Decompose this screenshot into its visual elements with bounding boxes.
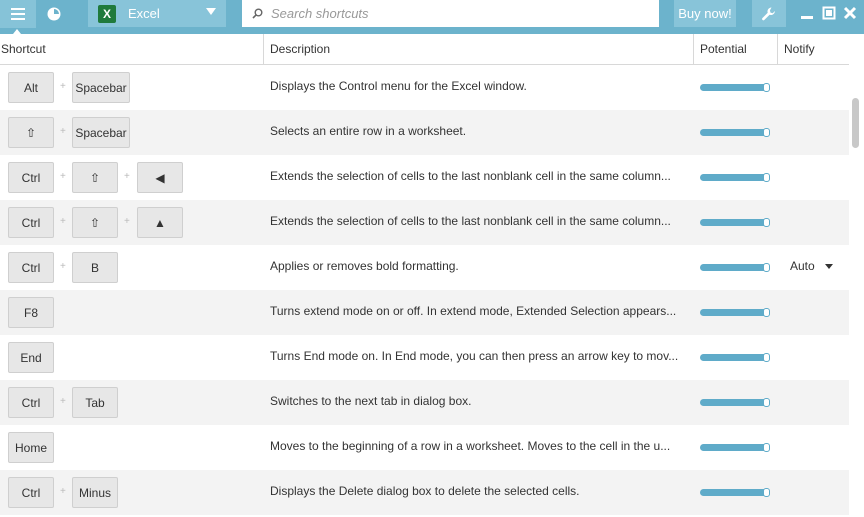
key-cap: Tab xyxy=(72,387,118,418)
minimize-button[interactable] xyxy=(800,6,814,20)
hamburger-icon xyxy=(11,8,25,20)
close-button[interactable] xyxy=(843,6,857,20)
app-selector[interactable]: X Excel xyxy=(88,0,226,27)
shortcut-description: Selects an entire row in a worksheet. xyxy=(270,124,467,138)
table-row[interactable]: F8 Turns extend mode on or off. In extend… xyxy=(0,290,849,335)
potential-bar-knob xyxy=(763,173,770,182)
wrench-icon xyxy=(762,6,775,20)
potential-bar-knob xyxy=(763,83,770,92)
potential-bar-knob xyxy=(763,488,770,497)
potential-bar xyxy=(700,308,770,317)
key-cap: F8 xyxy=(8,297,54,328)
column-header-potential[interactable]: Potential xyxy=(694,34,778,64)
clock-icon xyxy=(47,7,61,21)
buy-now-button[interactable]: Buy now! xyxy=(674,0,736,27)
plus-separator: + xyxy=(60,216,66,227)
table-row[interactable]: Ctrl + B Applies or removes bold formatting… xyxy=(0,245,849,290)
menu-button[interactable] xyxy=(0,0,36,28)
plus-separator: + xyxy=(124,171,130,182)
potential-bar xyxy=(700,218,770,227)
shortcut-description: Applies or removes bold formatting. xyxy=(270,259,459,273)
key-cap: Ctrl xyxy=(8,252,54,283)
potential-bar-knob xyxy=(763,263,770,272)
notify-label: Auto xyxy=(790,259,815,273)
shortcut-description: Turns extend mode on or off. In extend m… xyxy=(270,304,677,318)
column-header-notify[interactable]: Notify xyxy=(778,34,849,64)
plus-separator: + xyxy=(60,171,66,182)
key-cap: Ctrl xyxy=(8,387,54,418)
key-cap: Ctrl xyxy=(8,162,54,193)
key-cap: Home xyxy=(8,432,54,463)
key-cap: Alt xyxy=(8,72,54,103)
shortcut-description: Moves to the beginning of a row in a wor… xyxy=(270,439,671,453)
potential-bar-knob xyxy=(763,218,770,227)
potential-bar xyxy=(700,443,770,452)
key-cap: ◀ xyxy=(137,162,183,193)
key-cap: Spacebar xyxy=(72,117,130,148)
key-cap: B xyxy=(72,252,118,283)
column-header-description[interactable]: Description xyxy=(264,34,694,64)
potential-bar xyxy=(700,263,770,272)
plus-separator: + xyxy=(60,126,66,137)
history-button[interactable] xyxy=(36,0,72,28)
scrollbar[interactable] xyxy=(849,65,864,517)
key-cap: End xyxy=(8,342,54,373)
shortcut-description: Turns End mode on. In End mode, you can … xyxy=(270,349,679,363)
table-row[interactable]: Home Moves to the beginning of a row in a… xyxy=(0,425,849,470)
plus-separator: + xyxy=(60,81,66,92)
chevron-down-icon xyxy=(206,8,216,15)
shortcut-description: Switches to the next tab in dialog box. xyxy=(270,394,472,408)
potential-bar xyxy=(700,398,770,407)
excel-icon: X xyxy=(98,4,116,23)
notify-dropdown[interactable]: Auto xyxy=(790,259,833,273)
shortcut-description: Displays the Control menu for the Excel … xyxy=(270,79,527,93)
plus-separator: + xyxy=(60,486,66,497)
key-cap: ⇧ xyxy=(72,162,118,193)
shortcut-description: Displays the Delete dialog box to delete… xyxy=(270,484,580,498)
shortcut-description: Extends the selection of cells to the la… xyxy=(270,214,671,228)
potential-bar-knob xyxy=(763,398,770,407)
minimize-icon xyxy=(801,16,813,19)
key-cap: ⇧ xyxy=(72,207,118,238)
potential-bar xyxy=(700,83,770,92)
potential-bar-knob xyxy=(763,443,770,452)
chevron-down-icon xyxy=(824,263,833,269)
shortcut-description: Extends the selection of cells to the la… xyxy=(270,169,671,183)
potential-bar-knob xyxy=(763,308,770,317)
table-header: Shortcut Description Potential Notify xyxy=(0,34,849,65)
column-header-shortcut[interactable]: Shortcut xyxy=(0,34,264,64)
table-row[interactable]: Alt + Spacebar Displays the Control menu fo… xyxy=(0,65,849,110)
app-selector-label: Excel xyxy=(128,6,160,21)
search-input[interactable] xyxy=(271,6,641,21)
table-row[interactable]: End Turns End mode on. In End mode, you c… xyxy=(0,335,849,380)
key-cap: Ctrl xyxy=(8,477,54,508)
scroll-thumb[interactable] xyxy=(852,98,859,148)
top-bar: X Excel Buy now! xyxy=(0,0,864,34)
potential-bar-knob xyxy=(763,128,770,137)
potential-bar-knob xyxy=(763,353,770,362)
key-cap: Ctrl xyxy=(8,207,54,238)
plus-separator: + xyxy=(60,396,66,407)
key-cap: ▲ xyxy=(137,207,183,238)
plus-separator: + xyxy=(60,261,66,272)
key-cap: Minus xyxy=(72,477,118,508)
potential-bar xyxy=(700,128,770,137)
table-row[interactable]: Ctrl + ⇧ + ◀ Extends the selection of cells t… xyxy=(0,155,849,200)
table-row[interactable]: Ctrl + ⇧ + ▲ Extends the selection of cells t… xyxy=(0,200,849,245)
table-row[interactable]: ⇧ + Spacebar Selects an entire row in a wor… xyxy=(0,110,849,155)
maximize-button[interactable] xyxy=(822,6,836,20)
search-icon xyxy=(252,8,263,19)
potential-bar xyxy=(700,353,770,362)
table-row[interactable]: Ctrl + Minus Displays the Delete dialog box… xyxy=(0,470,849,515)
potential-bar xyxy=(700,173,770,182)
search-box[interactable] xyxy=(242,0,659,27)
table-row[interactable]: Ctrl + Tab Switches to the next tab in dial… xyxy=(0,380,849,425)
maximize-icon xyxy=(822,6,836,20)
plus-separator: + xyxy=(124,216,130,227)
key-cap: ⇧ xyxy=(8,117,54,148)
close-icon xyxy=(843,6,857,20)
tools-button[interactable] xyxy=(752,0,786,27)
key-cap: Spacebar xyxy=(72,72,130,103)
potential-bar xyxy=(700,488,770,497)
